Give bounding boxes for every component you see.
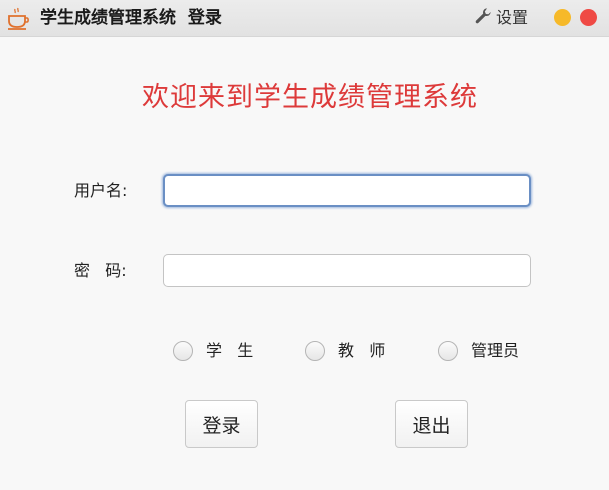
radio-circle[interactable] — [305, 341, 325, 361]
window-title: 学生成绩管理系统 登录 — [40, 8, 222, 28]
settings-label: 设置 — [496, 8, 529, 27]
title-bar[interactable]: 学生成绩管理系统 登录 设置 — [0, 0, 609, 37]
radio-circle[interactable] — [173, 341, 193, 361]
welcome-heading: 欢迎来到学生成绩管理系统 — [142, 82, 478, 113]
username-input[interactable] — [163, 174, 531, 207]
login-button[interactable]: 登录 — [185, 400, 258, 448]
wrench-icon — [474, 7, 492, 29]
role-radio-teacher[interactable]: 教 师 — [305, 338, 385, 364]
coffee-cup-icon — [6, 7, 30, 31]
radio-circle[interactable] — [438, 341, 458, 361]
exit-button[interactable]: 退出 — [395, 400, 468, 448]
role-label-student: 学 生 — [206, 341, 254, 360]
role-label-teacher: 教 师 — [338, 341, 386, 360]
close-button[interactable] — [580, 9, 597, 26]
role-radio-admin[interactable]: 管理员 — [438, 338, 519, 364]
settings-button[interactable]: 设置 — [474, 6, 528, 30]
role-radio-student[interactable]: 学 生 — [173, 338, 253, 364]
login-window: 学生成绩管理系统 登录 设置 欢迎来到学生成绩管理系统 用户名: 密 码: 学 … — [0, 0, 609, 490]
password-label: 密 码: — [74, 261, 127, 280]
password-input[interactable] — [163, 254, 531, 287]
role-label-admin: 管理员 — [471, 341, 520, 360]
minimize-button[interactable] — [554, 9, 571, 26]
username-label: 用户名: — [74, 181, 128, 200]
